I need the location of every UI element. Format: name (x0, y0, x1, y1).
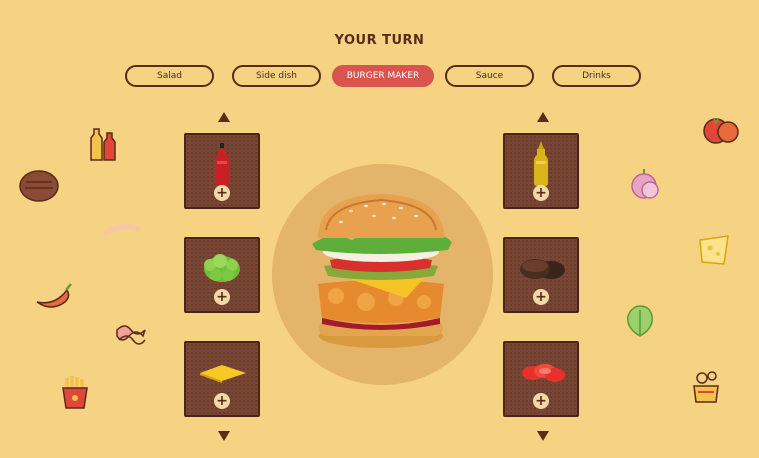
ingredient-card-cheese[interactable]: + (184, 341, 260, 417)
tab-side-dish[interactable]: Side dish (232, 65, 321, 87)
add-icon[interactable]: + (214, 393, 230, 409)
right-scroll-down-arrow[interactable] (537, 431, 549, 441)
add-icon[interactable]: + (533, 393, 549, 409)
onion-icon (631, 169, 659, 199)
noodle-box-icon (693, 371, 719, 403)
ingredient-card-patties[interactable]: + (503, 237, 579, 313)
add-icon[interactable]: + (533, 289, 549, 305)
lettuce-leaf-icon (627, 305, 653, 337)
category-tabs: Salad Side dish BURGER MAKER Sauce Drink… (0, 65, 759, 87)
tomato-icon (703, 118, 739, 144)
ketchup-bottle-icon (215, 143, 229, 186)
bacon-icon (116, 325, 146, 345)
ingredient-card-ketchup[interactable]: + (184, 133, 260, 209)
burger-preview-icon (312, 194, 452, 348)
fries-stick-icon (103, 223, 141, 236)
ingredient-card-tomato[interactable]: + (503, 341, 579, 417)
tab-drinks[interactable]: Drinks (552, 65, 641, 87)
cheese-slice-icon (200, 365, 246, 383)
page-title: YOUR TURN (334, 33, 425, 48)
sauce-bottles-icon (90, 128, 116, 161)
tomato-slices-icon (522, 364, 565, 382)
mustard-bottle-icon (534, 141, 548, 186)
add-icon[interactable]: + (533, 185, 549, 201)
cheese-icon (699, 235, 729, 265)
french-fries-icon (62, 376, 88, 409)
patty-icon (19, 170, 59, 202)
left-scroll-down-arrow[interactable] (218, 431, 230, 441)
tab-salad[interactable]: Salad (125, 65, 214, 87)
right-scroll-up-arrow[interactable] (537, 112, 549, 122)
ingredient-card-lettuce[interactable]: + (184, 237, 260, 313)
lettuce-icon (204, 254, 240, 282)
tab-burger-maker[interactable]: BURGER MAKER (332, 65, 434, 87)
add-icon[interactable]: + (214, 185, 230, 201)
chili-pepper-icon (36, 283, 72, 308)
beef-patties-icon (520, 259, 565, 279)
left-scroll-up-arrow[interactable] (218, 112, 230, 122)
add-icon[interactable]: + (214, 289, 230, 305)
ingredient-card-mustard[interactable]: + (503, 133, 579, 209)
tab-sauce[interactable]: Sauce (445, 65, 534, 87)
